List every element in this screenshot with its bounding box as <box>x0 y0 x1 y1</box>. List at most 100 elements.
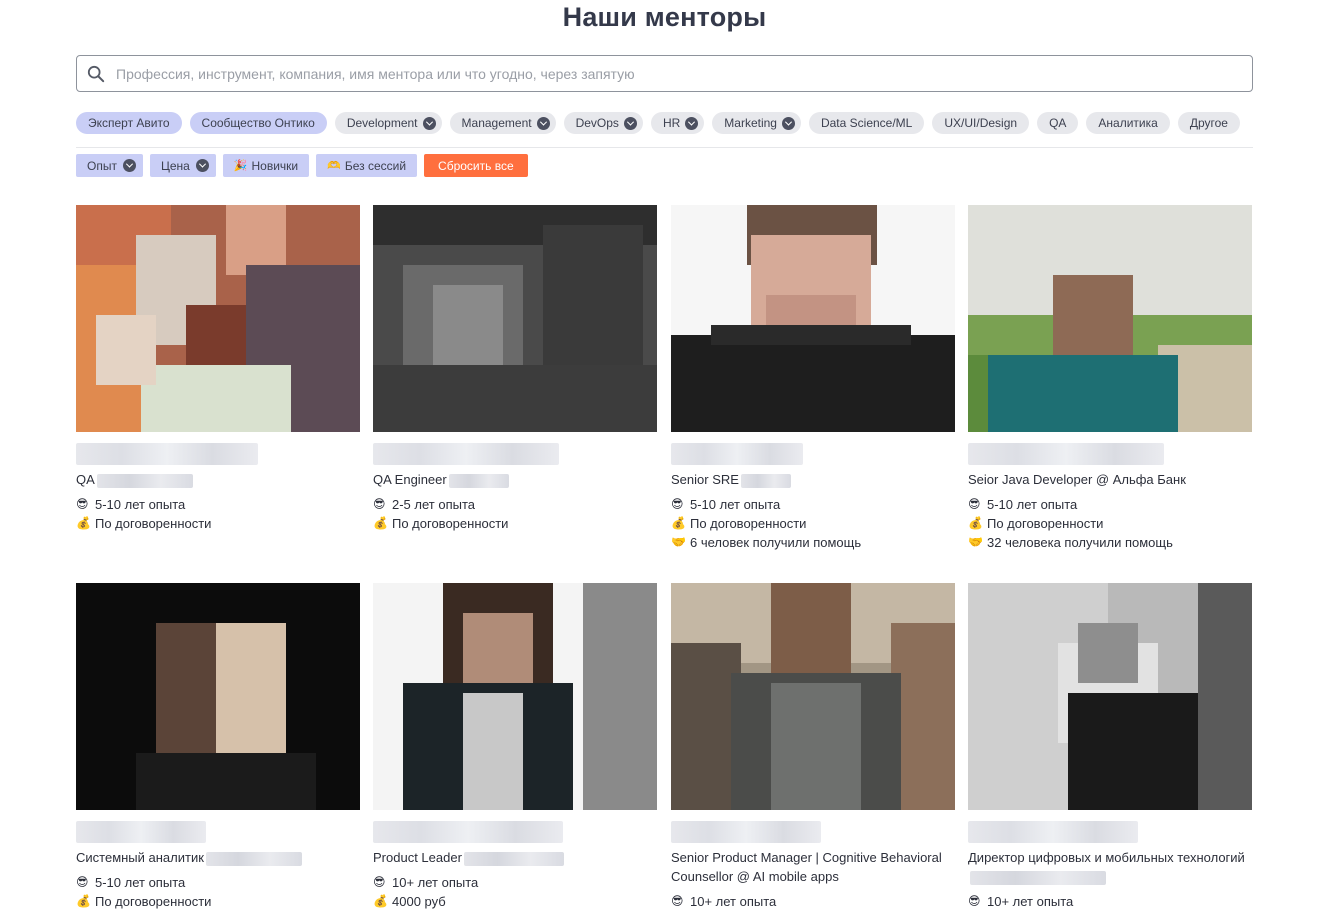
divider <box>76 147 1253 148</box>
chip-development[interactable]: Development <box>334 112 442 134</box>
mentor-photo[interactable] <box>968 583 1252 810</box>
mentor-role: Директор цифровых и мобильных технологий <box>968 848 1258 886</box>
chip-label: Эксперт Авито <box>88 116 170 130</box>
chip-hr[interactable]: HR <box>650 112 705 134</box>
mentor-name <box>671 820 956 844</box>
mentor-name <box>373 442 658 466</box>
search-icon <box>87 65 105 82</box>
chip-analytics[interactable]: Аналитика <box>1086 112 1170 134</box>
chip-devops[interactable]: DevOps <box>563 112 643 134</box>
money-bag-icon: 💰 <box>968 516 983 530</box>
mentor-experience: 😎 5-10 лет опыта <box>671 497 781 512</box>
chip-label: Аналитика <box>1098 116 1158 130</box>
mentor-price: 💰 По договоренности <box>76 516 212 531</box>
money-bag-icon: 💰 <box>671 516 686 530</box>
chevron-down-icon <box>781 116 795 130</box>
mentor-photo[interactable] <box>373 583 657 810</box>
mentor-photo[interactable] <box>373 205 657 432</box>
chip-label: HR <box>662 116 681 130</box>
mentor-photo[interactable] <box>968 205 1252 432</box>
chip-data-science[interactable]: Data Science/ML <box>808 112 925 134</box>
money-bag-icon: 💰 <box>76 516 91 530</box>
mentor-experience: 😎 10+ лет опыта <box>968 894 1074 909</box>
chip-ontico-community[interactable]: Сообщество Онтико <box>189 112 327 134</box>
mentor-price: 💰 По договоренности <box>968 516 1104 531</box>
mentor-card[interactable]: Senior Product Manager | Cognitive Behav… <box>671 583 956 911</box>
mentor-experience: 😎 5-10 лет опыта <box>76 875 186 890</box>
mentor-name <box>76 820 361 844</box>
mentor-photo[interactable] <box>76 205 360 432</box>
mentor-helped: 🤝 6 человек получили помощь <box>671 535 862 550</box>
mentor-experience: 😎 5-10 лет опыта <box>76 497 186 512</box>
reset-all-button[interactable]: Сбросить все <box>424 154 528 177</box>
mentor-name <box>968 820 1253 844</box>
mentor-role: Senior SRE <box>671 470 961 489</box>
chevron-down-icon <box>536 116 550 130</box>
handshake-icon: 🤝 <box>968 535 983 549</box>
mentor-card[interactable]: QA 😎 5-10 лет опыта 💰 По договоренности <box>76 205 361 533</box>
handshake-icon: 🤝 <box>671 535 686 549</box>
filter-label: Сбросить все <box>438 158 514 173</box>
chip-management[interactable]: Management <box>449 112 556 134</box>
chevron-down-icon <box>122 159 136 172</box>
no-sessions-filter[interactable]: 🫶 Без сессий <box>316 154 418 177</box>
money-bag-icon: 💰 <box>76 894 91 908</box>
mentor-card[interactable]: Директор цифровых и мобильных технологий… <box>968 583 1253 911</box>
mentor-card[interactable]: Product Leader 😎 10+ лет опыта 💰 4000 руб <box>373 583 658 911</box>
filter-label: Опыт <box>87 158 117 173</box>
chip-other[interactable]: Другое <box>1177 112 1240 134</box>
mentor-experience: 😎 5-10 лет опыта <box>968 497 1078 512</box>
money-bag-icon: 💰 <box>373 516 388 530</box>
mentor-price: 💰 По договоренности <box>373 516 509 531</box>
sunglasses-icon: 😎 <box>373 497 386 511</box>
mentor-name <box>968 442 1253 466</box>
mentor-name <box>373 820 658 844</box>
mentor-photo[interactable] <box>671 205 955 432</box>
heart-hands-icon: 🫶 <box>327 160 341 172</box>
mentor-card[interactable]: Senior SRE 😎 5-10 лет опыта 💰 По договорен… <box>671 205 956 552</box>
mentor-photo[interactable] <box>671 583 955 810</box>
chip-qa[interactable]: QA <box>1037 112 1079 134</box>
chevron-down-icon <box>422 116 436 130</box>
mentor-price: 💰 По договоренности <box>671 516 807 531</box>
mentor-card[interactable]: QA Engineer 😎 2-5 лет опыта 💰 По договорен… <box>373 205 658 533</box>
sunglasses-icon: 😎 <box>373 875 386 889</box>
experience-filter[interactable]: Опыт <box>76 154 143 177</box>
money-bag-icon: 💰 <box>373 894 388 908</box>
search-bar[interactable] <box>76 55 1253 92</box>
chevron-down-icon <box>685 116 699 130</box>
chip-label: Marketing <box>724 116 777 130</box>
mentor-name <box>76 442 361 466</box>
chip-label: Development <box>346 116 418 130</box>
filter-label: Без сессий <box>344 158 407 173</box>
chip-ux-ui-design[interactable]: UX/UI/Design <box>932 112 1030 134</box>
mentor-role: Senior Product Manager | Cognitive Behav… <box>671 850 942 884</box>
chip-expert-avito[interactable]: Эксперт Авито <box>76 112 182 134</box>
chip-marketing[interactable]: Marketing <box>712 112 801 134</box>
price-filter[interactable]: Цена <box>149 154 216 177</box>
chip-label: QA <box>1049 116 1067 130</box>
mentor-photo[interactable] <box>76 583 360 810</box>
mentor-price: 💰 По договоренности <box>76 894 212 909</box>
page-title: Наши менторы <box>562 2 767 32</box>
sunglasses-icon: 😎 <box>76 875 89 889</box>
mentor-experience: 😎 10+ лет опыта <box>373 875 479 890</box>
chevron-down-icon <box>195 159 209 172</box>
mentor-name <box>671 442 956 466</box>
newbies-filter[interactable]: 🎉 Новички <box>222 154 310 177</box>
search-input[interactable] <box>116 65 1226 82</box>
chip-label: Сообщество Онтико <box>201 116 315 130</box>
category-chips: Эксперт Авито Сообщество Онтико Developm… <box>76 112 1240 134</box>
sunglasses-icon: 😎 <box>671 894 684 908</box>
mentor-helped: 🤝 32 человека получили помощь <box>968 535 1173 550</box>
mentor-role: Системный аналитик <box>76 848 366 867</box>
mentor-card[interactable]: Системный аналитик 😎 5-10 лет опыта 💰 По д… <box>76 583 361 911</box>
filter-bar: Опыт Цена 🎉 Новички 🫶 Без сессий Сбросить … <box>76 154 528 177</box>
mentor-card[interactable]: Seior Java Developer @ Альфа Банк 😎 5-10 … <box>968 205 1253 552</box>
chevron-down-icon <box>623 116 637 130</box>
mentor-price: 💰 4000 руб <box>373 894 446 909</box>
sunglasses-icon: 😎 <box>968 894 981 908</box>
sunglasses-icon: 😎 <box>671 497 684 511</box>
sunglasses-icon: 😎 <box>968 497 981 511</box>
mentor-role: Product Leader <box>373 848 663 867</box>
